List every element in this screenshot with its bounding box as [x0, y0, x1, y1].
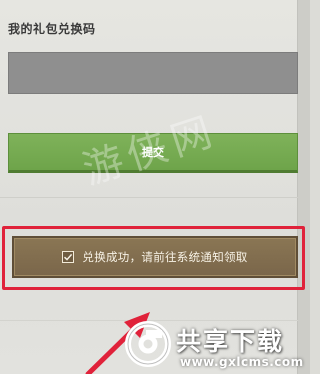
- checkmark-icon: [62, 251, 75, 263]
- success-toast: 兑换成功，请前往系统通知领取: [12, 236, 298, 278]
- page-title: 我的礼包兑换码: [8, 22, 96, 36]
- toast-message: 兑换成功，请前往系统通知领取: [82, 250, 248, 264]
- section-divider: [0, 197, 298, 198]
- gift-code-input[interactable]: [8, 52, 298, 94]
- bottom-divider: [0, 320, 298, 321]
- submit-button[interactable]: 提交: [8, 133, 298, 173]
- submit-button-label: 提交: [142, 146, 164, 159]
- scrollbar-track[interactable]: [297, 0, 310, 374]
